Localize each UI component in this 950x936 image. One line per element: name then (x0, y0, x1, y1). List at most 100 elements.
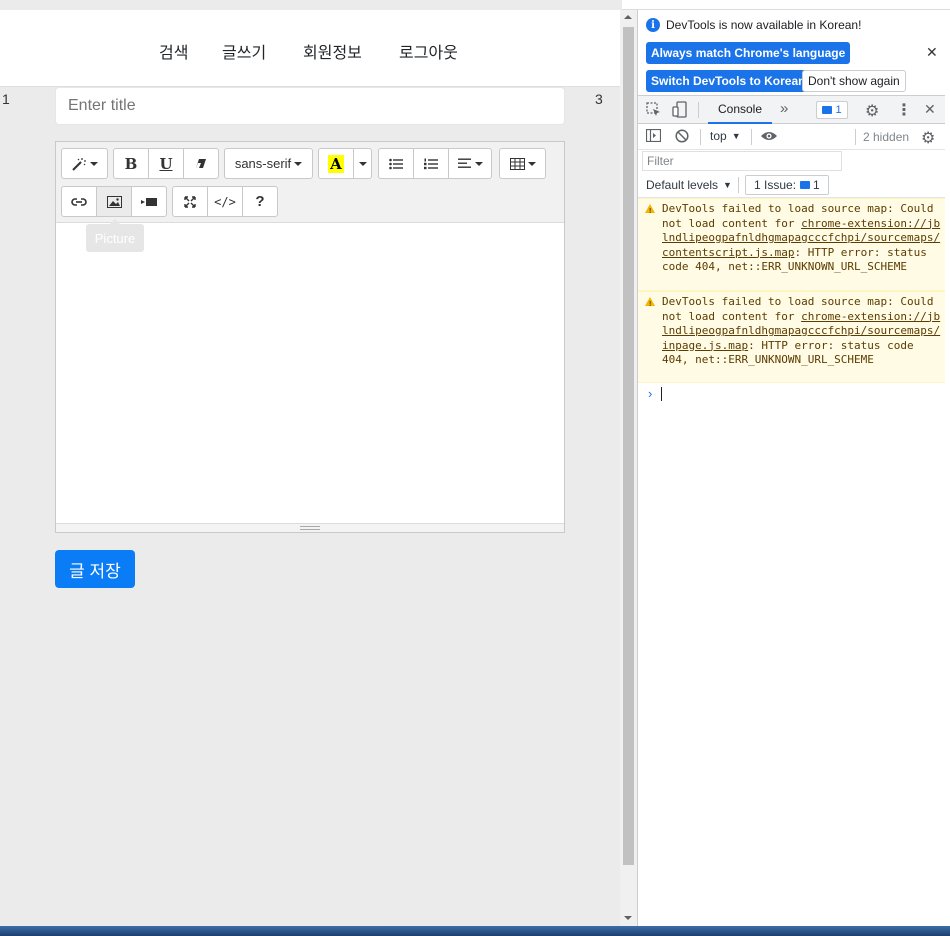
color-group: A (318, 148, 372, 179)
unordered-list-icon (389, 158, 403, 169)
help-button[interactable]: ? (242, 186, 278, 217)
style-dropdown-button[interactable] (61, 148, 108, 179)
console-input-caret[interactable] (661, 387, 662, 401)
magic-wand-icon (72, 157, 86, 171)
switch-korean-button[interactable]: Switch DevTools to Korean (646, 70, 811, 92)
warning-icon (645, 204, 655, 220)
editor-resize-bar[interactable] (56, 523, 564, 532)
chevron-down-icon (474, 161, 483, 166)
insert-link-button[interactable] (61, 186, 97, 217)
picture-icon (106, 195, 122, 208)
context-label: top (710, 129, 727, 143)
title-input[interactable] (55, 87, 565, 125)
live-expression-eye-icon[interactable] (760, 130, 778, 142)
context-selector[interactable]: top ▼ (710, 129, 741, 143)
eraser-icon (196, 159, 206, 168)
nav-search[interactable]: 검색 (159, 39, 188, 63)
align-left-icon (457, 158, 471, 168)
paragraph-group (378, 148, 492, 179)
levels-bar: Default levels ▼ 1 Issue: 1 (638, 174, 945, 198)
clear-format-button[interactable] (183, 148, 219, 179)
devtools-tabbar: Console » 1 ⚙ ⋮ ✕ (638, 96, 945, 124)
unordered-list-button[interactable] (378, 148, 414, 179)
console-filter-input[interactable] (642, 151, 842, 171)
ordered-list-button[interactable] (413, 148, 449, 179)
underline-button[interactable]: U (148, 148, 184, 179)
toolbar-divider (855, 129, 856, 145)
insert-group (61, 186, 167, 217)
chevron-down-icon (90, 161, 98, 166)
picture-tooltip: Picture (86, 219, 144, 252)
resize-grip-icon[interactable] (300, 526, 320, 530)
toolbar-divider (700, 129, 701, 145)
close-devtools-icon[interactable]: ✕ (924, 101, 936, 118)
console-prompt-icon: › (648, 386, 653, 401)
more-tabs-icon[interactable]: » (780, 100, 788, 117)
close-icon[interactable]: ✕ (926, 44, 938, 61)
font-family-label: sans-serif (234, 156, 292, 171)
tab-divider (698, 102, 699, 118)
clear-console-icon[interactable] (675, 129, 689, 143)
settings-gear-icon[interactable]: ⚙ (865, 101, 879, 121)
nav-logout[interactable]: 로그아웃 (399, 39, 458, 63)
chevron-down-icon (527, 161, 536, 166)
color-label: A (328, 154, 344, 173)
scroll-up-arrow-icon[interactable] (624, 15, 632, 19)
hidden-count: 2 hidden (863, 130, 910, 144)
right-column-number: 3 (595, 91, 603, 107)
font-family-group: sans-serif (224, 148, 313, 179)
font-family-dropdown[interactable]: sans-serif (224, 148, 313, 179)
code-view-button[interactable]: </> (207, 186, 243, 217)
bold-button[interactable]: B (113, 148, 149, 179)
issues-button[interactable]: 1 Issue: 1 (745, 175, 829, 195)
sidebar-toggle-icon[interactable] (646, 129, 661, 142)
console-toolbar: top ▼ 2 hidden ⚙ (638, 124, 945, 150)
scroll-thumb[interactable] (623, 27, 634, 865)
triangle-down-icon: ▼ (731, 131, 741, 141)
table-dropdown-button[interactable] (499, 148, 546, 179)
warning-icon (645, 297, 655, 313)
save-post-button[interactable]: 글 저장 (55, 550, 135, 588)
taskbar-strip (0, 926, 950, 936)
table-group (499, 148, 546, 179)
editor-content-area[interactable] (56, 223, 564, 523)
console-warning-message: DevTools failed to load source map: Coul… (638, 291, 945, 383)
ordered-list-icon (424, 158, 438, 169)
page-viewport: 검색 글쓰기 회원정보 로그아웃 1 3 Enter title B U san… (0, 0, 622, 926)
infobar-message: DevTools is now available in Korean! (666, 18, 862, 32)
match-language-button[interactable]: Always match Chrome's language (646, 42, 851, 64)
issue-count: 1 (813, 178, 820, 192)
console-warning-message: DevTools failed to load source map: Coul… (638, 198, 945, 291)
color-button[interactable]: A (318, 148, 354, 179)
nav-write[interactable]: 글쓰기 (222, 39, 266, 63)
align-dropdown-button[interactable] (448, 148, 492, 179)
console-settings-gear-icon[interactable]: ⚙ (921, 128, 935, 148)
tab-console[interactable]: Console (708, 96, 772, 124)
link-icon (71, 197, 87, 206)
fullscreen-button[interactable] (172, 186, 208, 217)
issues-badge[interactable]: 1 (816, 101, 848, 119)
dont-show-again-button[interactable]: Don't show again (802, 70, 906, 92)
video-icon (141, 197, 157, 206)
expand-icon (184, 195, 196, 208)
page-scrollbar[interactable] (620, 10, 637, 926)
insert-video-button[interactable] (131, 186, 167, 217)
table-icon (509, 157, 525, 170)
chevron-down-icon (358, 161, 367, 166)
device-toolbar-icon[interactable] (672, 101, 688, 118)
devtools-panel: i DevTools is now available in Korean! A… (637, 10, 945, 926)
scroll-down-arrow-icon[interactable] (624, 916, 632, 920)
language-infobar: i DevTools is now available in Korean! A… (638, 10, 945, 96)
kebab-menu-icon[interactable]: ⋮ (896, 100, 912, 120)
rich-text-editor: B U sans-serif A </> ? Picture (55, 141, 565, 533)
nav-member-info[interactable]: 회원정보 (303, 39, 362, 63)
color-dropdown-button[interactable] (353, 148, 372, 179)
inspect-element-icon[interactable] (646, 102, 662, 118)
insert-picture-button[interactable] (96, 186, 132, 217)
default-levels-label: Default levels (646, 178, 719, 192)
view-group: </> ? (172, 186, 278, 217)
font-style-group: B U (113, 148, 219, 179)
default-levels-dropdown[interactable]: Default levels ▼ (646, 178, 732, 192)
toolbar-divider (738, 177, 739, 193)
message-icon (800, 181, 811, 189)
